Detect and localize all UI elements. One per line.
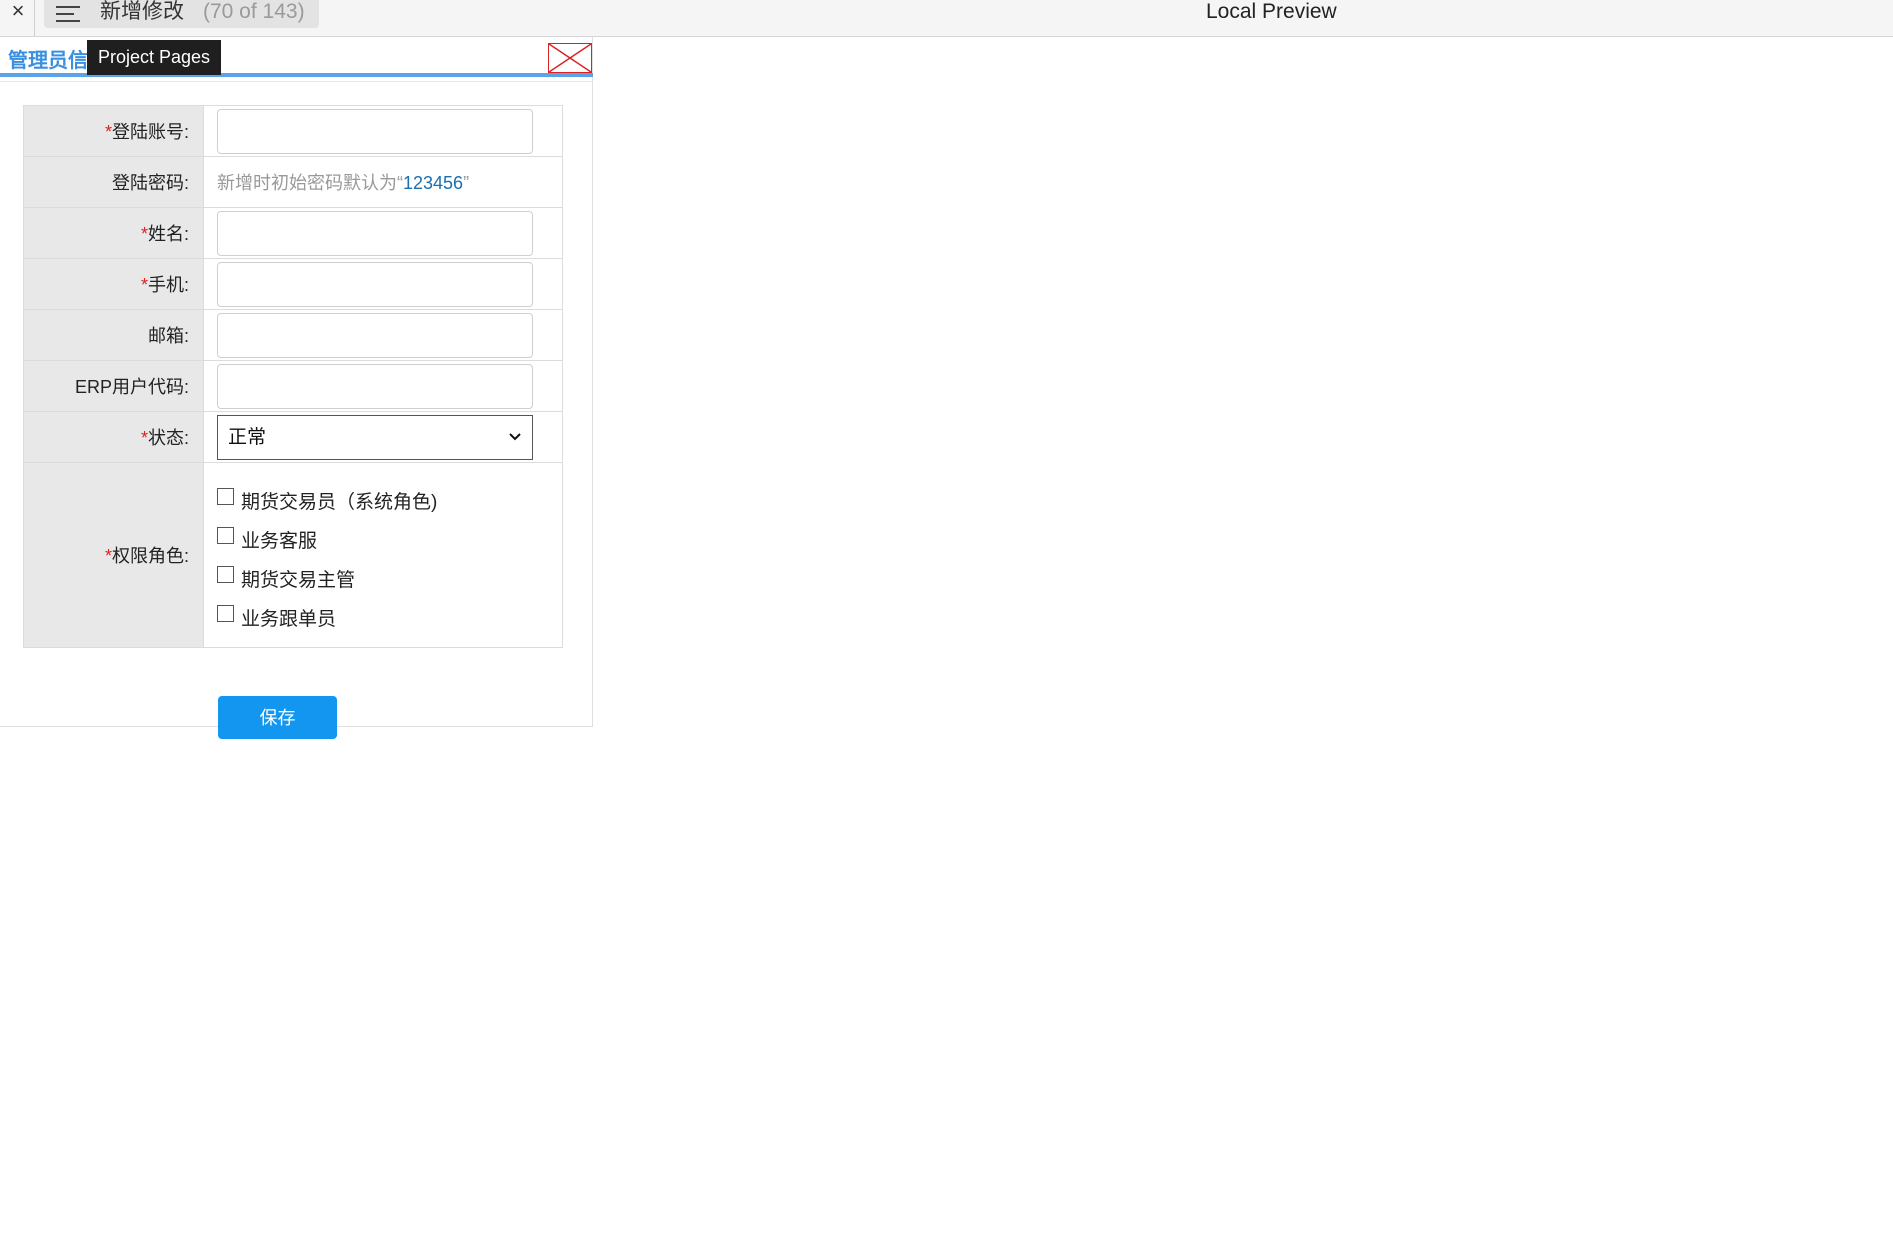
header-divider — [0, 81, 593, 82]
role-label: 业务跟单员 — [241, 609, 337, 630]
role-option[interactable]: 业务跟单员 — [217, 598, 562, 637]
erp-code-input[interactable] — [217, 363, 533, 409]
page-count: (70 of 143) — [203, 0, 305, 23]
role-label: 业务客服 — [241, 531, 318, 552]
email-input[interactable] — [217, 312, 533, 358]
field-label: *登陆账号: — [23, 105, 204, 157]
page-name: 新增修改 — [100, 0, 184, 23]
required-mark: * — [140, 275, 148, 295]
close-icon[interactable]: × — [4, 0, 32, 26]
preview-toolbar: × 新增修改 (70 of 143) Local Preview — [0, 0, 1893, 37]
admin-info-panel: 管理员信 Project Pages *登陆账号: 登陆密码: 新增时初始密码默… — [0, 37, 593, 739]
field-label: *姓名: — [23, 207, 204, 259]
hamburger-icon[interactable] — [56, 4, 80, 24]
chevron-down-icon — [509, 432, 521, 440]
field-label: 邮箱: — [23, 309, 204, 361]
admin-form: *登陆账号: 登陆密码: 新增时初始密码默认为“123456” *姓名: *手机… — [23, 105, 563, 648]
field-label: *状态: — [23, 411, 204, 463]
required-mark: * — [104, 122, 112, 142]
role-label: 期货交易主管 — [241, 570, 356, 591]
role-option[interactable]: 期货交易主管 — [217, 559, 562, 598]
panel-header: 管理员信 Project Pages — [0, 37, 593, 77]
checkbox[interactable] — [217, 566, 234, 583]
form-row-name: *姓名: — [23, 207, 563, 259]
mobile-input[interactable] — [217, 261, 533, 307]
broken-image-icon[interactable] — [548, 43, 592, 73]
save-button[interactable]: 保存 — [218, 696, 337, 739]
default-password-value: 123456 — [403, 173, 464, 193]
checkbox[interactable] — [217, 605, 234, 622]
toolbar-divider — [34, 0, 35, 36]
status-select[interactable]: 正常 — [217, 414, 533, 460]
field-label: 登陆密码: — [23, 156, 204, 208]
status-selected-value: 正常 — [228, 426, 267, 448]
form-row-email: 邮箱: — [23, 309, 563, 361]
form-row-erp-code: ERP用户代码: — [23, 360, 563, 412]
required-mark: * — [140, 224, 148, 244]
field-label: *权限角色: — [23, 462, 204, 648]
role-checkbox-list: 期货交易员（系统角色) 业务客服 期货交易主管 业务跟单员 — [217, 463, 562, 647]
checkbox[interactable] — [217, 488, 234, 505]
preview-title: Local Preview — [1206, 0, 1337, 23]
required-mark: * — [140, 428, 148, 448]
form-row-roles: *权限角色: 期货交易员（系统角色) 业务客服 期货交易主管 业务跟单员 — [23, 462, 563, 648]
project-pages-tooltip: Project Pages — [87, 40, 222, 75]
form-row-mobile: *手机: — [23, 258, 563, 310]
form-row-login-password: 登陆密码: 新增时初始密码默认为“123456” — [23, 156, 563, 208]
field-label: ERP用户代码: — [23, 360, 204, 412]
required-mark: * — [104, 546, 112, 566]
checkbox[interactable] — [217, 527, 234, 544]
login-account-input[interactable] — [217, 108, 533, 154]
panel-title: 管理员信 — [8, 50, 88, 72]
role-label: 期货交易员（系统角色) — [241, 492, 438, 513]
page-selector[interactable]: 新增修改 (70 of 143) — [44, 0, 319, 28]
form-row-login-account: *登陆账号: — [23, 105, 563, 157]
role-option[interactable]: 期货交易员（系统角色) — [217, 481, 562, 520]
field-label: *手机: — [23, 258, 204, 310]
role-option[interactable]: 业务客服 — [217, 520, 562, 559]
password-hint: 新增时初始密码默认为“123456” — [217, 173, 470, 193]
name-input[interactable] — [217, 210, 533, 256]
form-row-status: *状态: 正常 — [23, 411, 563, 463]
